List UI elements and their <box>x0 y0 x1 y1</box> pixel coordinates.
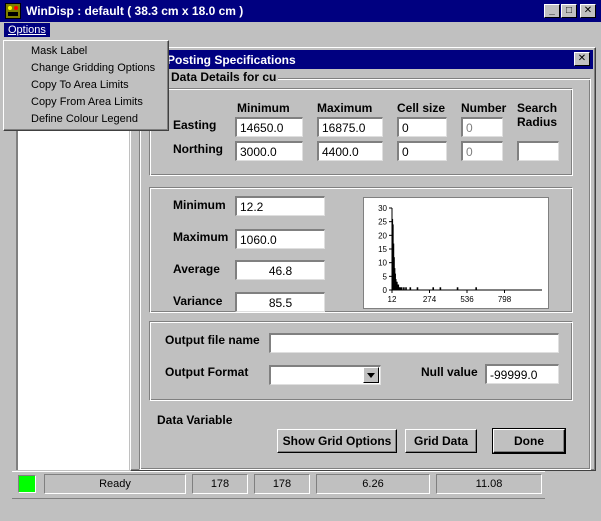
null-value-label: Null value <box>421 365 478 379</box>
options-menu: Mask Label Change Gridding Options Copy … <box>3 40 169 131</box>
stat-average-label: Average <box>173 262 220 276</box>
northing-min-field[interactable]: 3000.0 <box>235 141 303 161</box>
histogram-bar <box>456 287 459 290</box>
data-details-title: Data Details for cu <box>169 70 279 84</box>
histogram-bar <box>416 287 419 290</box>
northing-number-field[interactable]: 0 <box>461 141 503 161</box>
histogram-chart: 0 5 10 15 20 25 30 12 274 536 798 <box>363 197 549 309</box>
histogram-bar <box>399 287 402 290</box>
output-format-dropdown-button[interactable] <box>363 367 379 383</box>
output-file-field[interactable] <box>269 333 559 353</box>
stat-variance-field: 85.5 <box>235 292 325 312</box>
stat-maximum-field: 1060.0 <box>235 229 325 249</box>
northing-max-field[interactable]: 4400.0 <box>317 141 383 161</box>
histogram-x-tick-label: 536 <box>460 295 474 304</box>
output-file-label: Output file name <box>165 333 260 347</box>
app-icon[interactable] <box>5 3 21 19</box>
window-title: WinDisp : default ( 38.3 cm x 18.0 cm ) <box>26 4 244 18</box>
histogram-y-tick-label: 30 <box>378 204 387 213</box>
grid-data-button[interactable]: Grid Data <box>405 429 477 453</box>
histogram-y-tick-label: 10 <box>378 259 387 268</box>
col-number: Number <box>461 101 507 115</box>
dialog-title: Posting Specifications <box>167 53 296 67</box>
menu-bar: Options <box>0 22 601 40</box>
histogram-x-tick-label: 798 <box>498 295 512 304</box>
menu-options[interactable]: Options <box>4 23 50 37</box>
col-search-radius: Search Radius <box>517 101 558 129</box>
histogram-y-tick-label: 20 <box>378 231 387 240</box>
histogram-bar <box>475 287 477 290</box>
status-cell-1: 178 <box>192 474 248 494</box>
menu-item-copy-from-area-limits[interactable]: Copy From Area Limits <box>7 94 167 111</box>
histogram-bar <box>432 287 435 290</box>
stat-average-field: 46.8 <box>235 260 325 280</box>
status-bar: Ready 178 178 6.26 11.08 <box>12 471 545 499</box>
easting-min-field[interactable]: 14650.0 <box>235 117 303 137</box>
easting-number-field[interactable]: 0 <box>461 117 503 137</box>
dialog-close-button[interactable]: ✕ <box>574 52 590 66</box>
menu-item-define-colour-legend[interactable]: Define Colour Legend <box>7 111 167 128</box>
menu-item-mask-label[interactable]: Mask Label <box>7 43 167 60</box>
dialog-title-bar[interactable]: Posting Specifications ✕ <box>133 50 593 69</box>
stat-minimum-label: Minimum <box>173 198 226 212</box>
easting-label: Easting <box>173 118 217 132</box>
search-radius-field[interactable] <box>517 141 559 161</box>
menu-item-copy-to-area-limits[interactable]: Copy To Area Limits <box>7 77 167 94</box>
status-cell-2: 178 <box>254 474 310 494</box>
histogram-y-tick-label: 5 <box>383 272 388 281</box>
main-title-bar[interactable]: WinDisp : default ( 38.3 cm x 18.0 cm ) … <box>0 0 601 22</box>
status-cell-3: 6.26 <box>316 474 430 494</box>
easting-max-field[interactable]: 16875.0 <box>317 117 383 137</box>
menu-item-change-gridding-options[interactable]: Change Gridding Options <box>7 60 167 77</box>
stat-maximum-label: Maximum <box>173 230 229 244</box>
minimize-button[interactable]: _ <box>544 4 560 18</box>
northing-cell-size-field[interactable]: 0 <box>397 141 447 161</box>
col-minimum: Minimum <box>237 101 290 115</box>
maximize-button[interactable]: □ <box>561 4 577 18</box>
status-text: Ready <box>44 474 186 494</box>
histogram-bar <box>403 287 405 290</box>
histogram-bar <box>409 287 412 290</box>
data-variable-label: Data Variable <box>157 413 233 427</box>
stat-minimum-field: 12.2 <box>235 196 325 216</box>
show-grid-options-button[interactable]: Show Grid Options <box>277 429 397 453</box>
null-value-field[interactable]: -99999.0 <box>485 364 559 384</box>
histogram-bar <box>439 287 442 290</box>
done-button[interactable]: Done <box>492 428 566 454</box>
histogram-x-tick-label: 12 <box>388 295 397 304</box>
histogram-bar <box>405 287 407 290</box>
easting-cell-size-field[interactable]: 0 <box>397 117 447 137</box>
col-cell-size: Cell size <box>397 101 446 115</box>
status-indicator <box>18 475 36 493</box>
stat-variance-label: Variance <box>173 294 223 308</box>
histogram-y-tick-label: 0 <box>383 286 388 295</box>
col-maximum: Maximum <box>317 101 373 115</box>
histogram-x-tick-label: 274 <box>423 295 437 304</box>
output-format-label: Output Format <box>165 365 249 379</box>
posting-specifications-dialog: Posting Specifications ✕ Data Details fo… <box>130 47 596 471</box>
histogram-bar <box>400 287 403 290</box>
chevron-down-icon <box>367 373 375 378</box>
histogram-y-tick-label: 15 <box>378 245 387 254</box>
histogram-y-tick-label: 25 <box>378 218 387 227</box>
close-button[interactable]: ✕ <box>580 4 596 18</box>
northing-label: Northing <box>173 142 223 156</box>
status-cell-4: 11.08 <box>436 474 542 494</box>
